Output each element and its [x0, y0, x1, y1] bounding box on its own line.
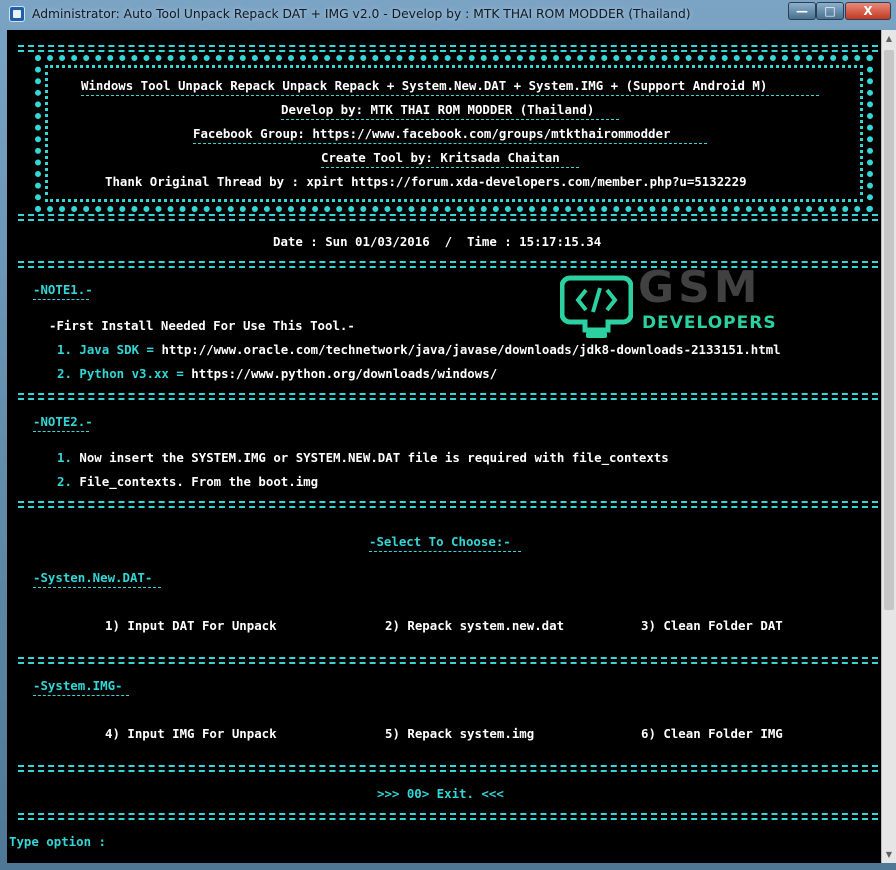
watermark-brand: GSM [638, 262, 762, 313]
minimize-button[interactable]: — [788, 2, 816, 20]
note2-item-2-number: 2. [57, 474, 72, 489]
note2-item-1: 1. Now insert the SYSTEM.IMG or SYSTEM.N… [57, 450, 669, 465]
underline [81, 95, 819, 96]
cmd-app-icon[interactable] [9, 6, 25, 22]
note2-item-2-text: File_contexts. From the boot.img [79, 474, 319, 489]
scroll-down-arrow-icon[interactable]: ▼ [882, 846, 896, 863]
option-1-input-dat: 1) Input DAT For Unpack [105, 618, 277, 633]
header-developer-line: Develop by: MTK THAI ROM MODDER (Thailan… [281, 102, 595, 117]
java-sdk-label: 1. Java SDK = [57, 342, 154, 357]
date-time-line: Date : Sun 01/03/2016 / Time : 15:17:15.… [273, 234, 602, 249]
select-title: -Select To Choose:- [369, 534, 511, 549]
watermark-sub: DEVELOPERS [642, 313, 777, 333]
divider [18, 393, 878, 400]
note2-item-1-number: 1. [57, 450, 72, 465]
note1-java-line: 1. Java SDK = http://www.oracle.com/tech… [57, 342, 781, 357]
note1-label: -NOTE1.- [33, 282, 93, 297]
option-6-clean-img: 6) Clean Folder IMG [641, 726, 783, 741]
divider [18, 45, 878, 52]
exit-option: >>> 00> Exit. <<< [377, 786, 504, 801]
divider [18, 214, 878, 221]
header-creator-line: Create Tool by: Kritsada Chaitan [321, 150, 560, 165]
header-facebook-line: Facebook Group: https://www.facebook.com… [193, 126, 671, 141]
maximize-button[interactable]: □ [816, 2, 844, 20]
option-2-repack-dat: 2) Repack system.new.dat [385, 618, 565, 633]
title-bar[interactable]: Administrator: Auto Tool Unpack Repack D… [0, 0, 896, 30]
console-output[interactable]: Windows Tool Unpack Repack Unpack Repack… [7, 30, 881, 863]
underline [321, 167, 579, 168]
divider [18, 765, 878, 772]
divider [18, 501, 878, 508]
note2-label: -NOTE2.- [33, 414, 93, 429]
option-4-input-img: 4) Input IMG For Unpack [105, 726, 277, 741]
gsm-logo-icon [560, 275, 633, 338]
close-button[interactable]: X [845, 2, 891, 20]
option-3-clean-dat: 3) Clean Folder DAT [641, 618, 783, 633]
header-thanks-line: Thank Original Thread by : xpirt https:/… [105, 174, 747, 189]
console-window: Administrator: Auto Tool Unpack Repack D… [0, 0, 896, 870]
underline [193, 143, 707, 144]
underline [33, 587, 161, 588]
underline [33, 695, 129, 696]
scrollbar-thumb[interactable] [884, 50, 894, 610]
divider [18, 657, 878, 664]
python-url: https://www.python.org/downloads/windows… [191, 366, 498, 381]
divider [18, 813, 878, 820]
underline [369, 551, 521, 552]
note2-item-2: 2. File_contexts. From the boot.img [57, 474, 318, 489]
scroll-up-arrow-icon[interactable]: ▲ [882, 30, 896, 47]
note1-intro: -First Install Needed For Use This Tool.… [49, 318, 355, 333]
underline [33, 431, 89, 432]
gsm-developers-watermark: GSM DEVELOPERS [560, 262, 777, 342]
underline [33, 299, 89, 300]
note2-item-1-text: Now insert the SYSTEM.IMG or SYSTEM.NEW.… [79, 450, 669, 465]
dat-section-label: -Systen.New.DAT- [33, 570, 153, 585]
python-label: 2. Python v3.xx = [57, 366, 184, 381]
img-section-label: -System.IMG- [33, 678, 123, 693]
underline [281, 119, 619, 120]
option-5-repack-img: 5) Repack system.img [385, 726, 535, 741]
vertical-scrollbar[interactable]: ▲ ▼ [881, 30, 896, 863]
note1-python-line: 2. Python v3.xx = https://www.python.org… [57, 366, 497, 381]
java-sdk-url: http://www.oracle.com/technetwork/java/j… [161, 342, 781, 357]
type-option-prompt[interactable]: Type option : [9, 834, 106, 849]
window-title: Administrator: Auto Tool Unpack Repack D… [32, 7, 691, 21]
header-title-line: Windows Tool Unpack Repack Unpack Repack… [81, 78, 768, 93]
